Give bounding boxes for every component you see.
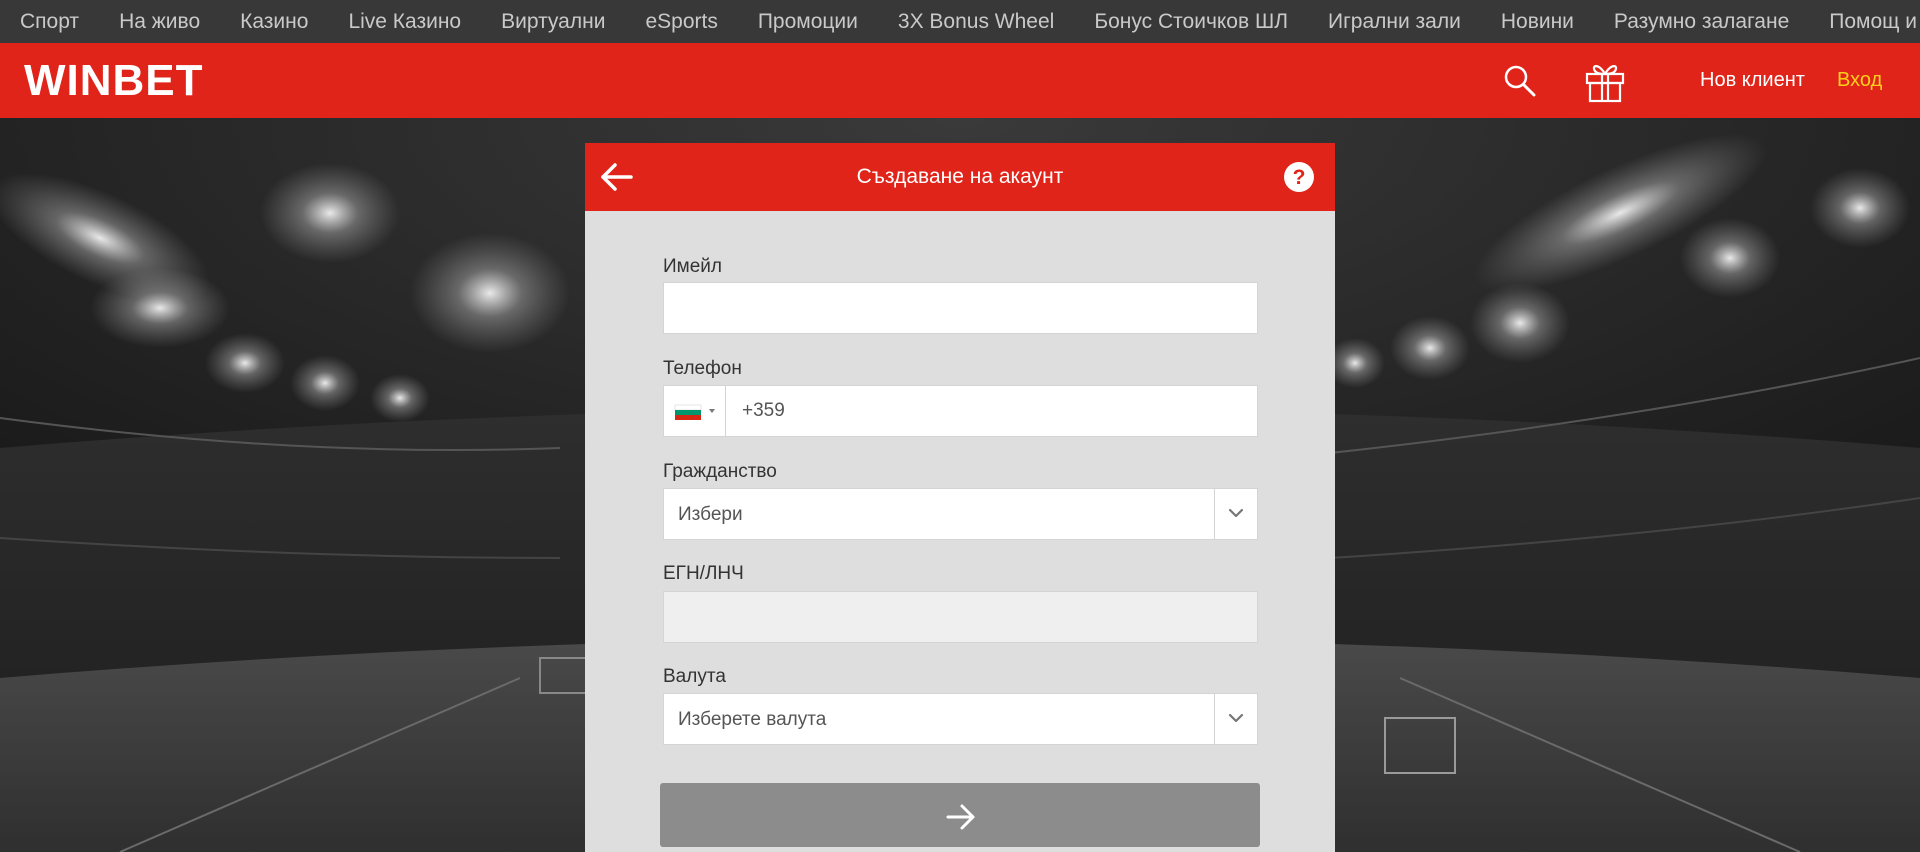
egn-label: ЕГН/ЛНЧ — [663, 563, 744, 584]
chevron-down-icon[interactable] — [1214, 489, 1257, 539]
nav-item-live-casino[interactable]: Live Казино — [328, 10, 481, 34]
nav-item-casino[interactable]: Казино — [220, 10, 328, 34]
nav-item-gaming-halls[interactable]: Игрални зали — [1308, 10, 1481, 34]
winbet-logo[interactable]: WINBET — [24, 57, 204, 105]
currency-select[interactable]: Изберете валута — [663, 693, 1258, 745]
nav-item-promotions[interactable]: Промоции — [738, 10, 878, 34]
top-navigation: Спорт На живо Казино Live Казино Виртуал… — [0, 0, 1920, 43]
citizenship-select[interactable]: Избери — [663, 488, 1258, 540]
nav-item-news[interactable]: Новини — [1481, 10, 1594, 34]
site-header: WINBET Нов клиент Вход — [0, 43, 1920, 118]
nav-item-virtual[interactable]: Виртуални — [481, 10, 625, 34]
registration-modal: Създаване на акаунт ? Имейл Телефон +359… — [585, 143, 1335, 852]
citizenship-label: Гражданство — [663, 461, 777, 482]
email-label: Имейл — [663, 256, 722, 277]
phone-label: Телефон — [663, 358, 742, 379]
nav-item-bonus-wheel[interactable]: 3X Bonus Wheel — [878, 10, 1074, 34]
nav-item-esports[interactable]: eSports — [625, 10, 737, 34]
egn-field[interactable] — [663, 591, 1258, 643]
svg-text:?: ? — [1293, 166, 1306, 189]
citizenship-value: Избери — [678, 504, 743, 525]
nav-item-stoichkov-bonus[interactable]: Бонус Стоичков ШЛ — [1074, 10, 1308, 34]
modal-title: Създаване на акаунт — [856, 165, 1064, 188]
nav-item-sport[interactable]: Спорт — [0, 10, 99, 34]
country-code-dropdown[interactable] — [664, 386, 726, 436]
currency-label: Валута — [663, 666, 726, 687]
next-step-button[interactable] — [660, 783, 1260, 847]
nav-item-responsible-gaming[interactable]: Разумно залагане — [1594, 10, 1809, 34]
modal-header: Създаване на акаунт ? — [585, 143, 1335, 211]
help-icon[interactable]: ? — [1282, 160, 1316, 194]
phone-field[interactable]: +359 — [663, 385, 1258, 437]
login-link[interactable]: Вход — [1837, 69, 1882, 92]
currency-value: Изберете валута — [678, 709, 827, 730]
arrow-right-icon — [946, 804, 975, 830]
gift-icon[interactable] — [1583, 59, 1627, 103]
nav-item-help[interactable]: Помощ и въпроси — [1809, 10, 1920, 34]
nav-item-live[interactable]: На живо — [99, 10, 220, 34]
email-field[interactable] — [663, 282, 1258, 334]
phone-country-code: +359 — [742, 400, 785, 421]
arrow-left-icon[interactable] — [599, 159, 635, 195]
search-icon[interactable] — [1502, 63, 1538, 99]
bulgaria-flag-icon — [674, 404, 715, 420]
chevron-down-icon[interactable] — [1214, 694, 1257, 744]
register-link[interactable]: Нов клиент — [1700, 69, 1805, 92]
